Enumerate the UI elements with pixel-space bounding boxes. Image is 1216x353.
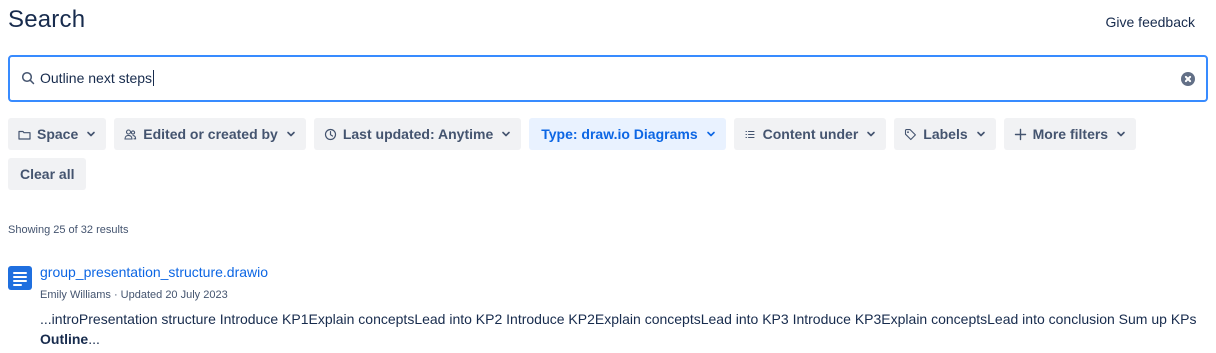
filter-label: Last updated: Anytime xyxy=(342,126,494,142)
filter-label: Space xyxy=(37,126,79,142)
filter-type[interactable]: Type: draw.io Diagrams xyxy=(529,118,726,150)
folder-icon xyxy=(18,128,31,141)
filter-more-filters[interactable]: More filters xyxy=(1003,118,1137,150)
text-cursor xyxy=(153,70,155,86)
chevron-down-icon xyxy=(706,129,716,139)
filter-label: Labels xyxy=(923,126,968,142)
filter-label: Content under xyxy=(762,126,859,142)
result-author[interactable]: Emily Williams xyxy=(40,289,111,301)
search-icon xyxy=(21,71,35,85)
chevron-down-icon xyxy=(1116,129,1126,139)
filter-last-updated[interactable]: Last updated: Anytime xyxy=(313,118,522,150)
chevron-down-icon xyxy=(866,129,876,139)
plus-icon xyxy=(1014,128,1027,141)
result-meta: Emily Williams · Updated 20 July 2023 xyxy=(40,289,228,301)
filter-edited-or-created-by[interactable]: Edited or created by xyxy=(114,118,306,150)
filter-label: Type: draw.io Diagrams xyxy=(541,126,698,142)
results-count: Showing 25 of 32 results xyxy=(8,224,129,236)
chevron-down-icon xyxy=(86,129,96,139)
search-input[interactable]: Outline next steps xyxy=(8,55,1208,102)
chevron-down-icon xyxy=(286,129,296,139)
search-value[interactable]: Outline next steps xyxy=(40,70,155,86)
people-icon xyxy=(124,128,137,141)
tag-icon xyxy=(904,128,917,141)
snippet-highlight: Outline xyxy=(40,331,89,347)
result-updated: Updated 20 July 2023 xyxy=(120,289,228,301)
page-title: Search xyxy=(8,6,86,33)
chevron-down-icon xyxy=(976,129,986,139)
clock-icon xyxy=(324,128,337,141)
clear-all-button[interactable]: Clear all xyxy=(8,158,87,190)
list-icon xyxy=(744,128,757,141)
filter-content-under[interactable]: Content under xyxy=(733,118,887,150)
page-icon xyxy=(8,266,32,290)
filter-space[interactable]: Space xyxy=(8,118,107,150)
filter-label: More filters xyxy=(1032,126,1109,142)
filter-labels[interactable]: Labels xyxy=(894,118,996,150)
give-feedback-link[interactable]: Give feedback xyxy=(1106,14,1196,30)
result-title-link[interactable]: group_presentation_structure.drawio xyxy=(40,264,268,280)
result-snippet: ...introPresentation structure Introduce… xyxy=(40,311,1197,347)
filter-bar: Space Edited or created by Last updated:… xyxy=(8,118,1137,150)
clear-icon[interactable] xyxy=(1181,72,1195,86)
filter-label: Edited or created by xyxy=(143,126,278,142)
meta-separator: · xyxy=(110,289,121,301)
chevron-down-icon xyxy=(501,129,511,139)
